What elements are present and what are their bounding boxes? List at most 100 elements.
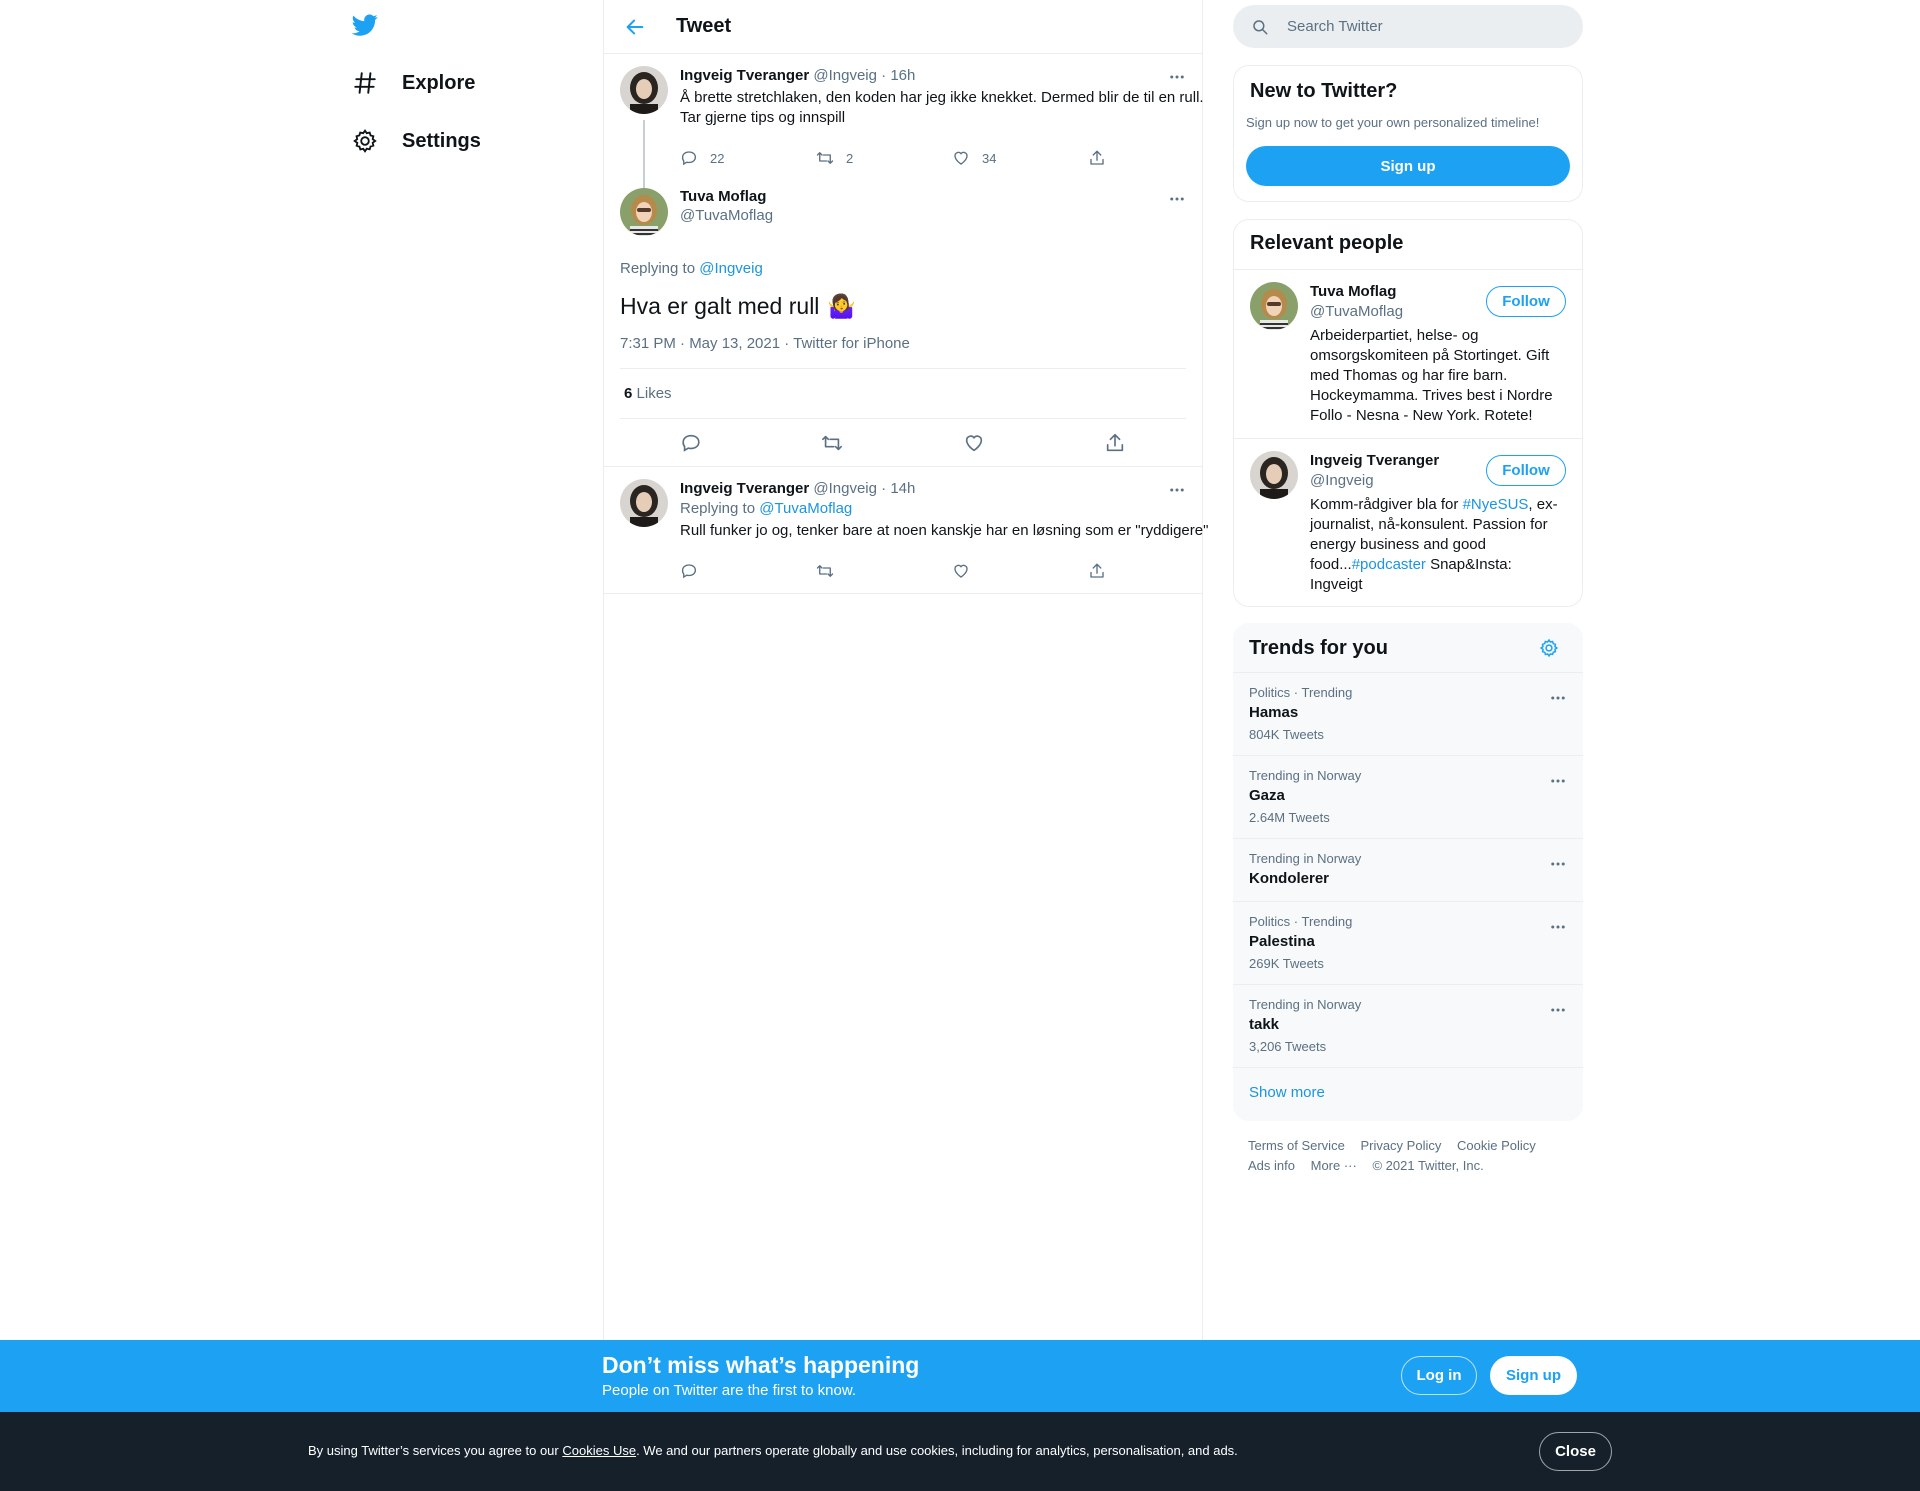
trend-item[interactable]: Trending in Norway Gaza 2.64M Tweets: [1233, 755, 1583, 838]
trend-context: Trending in Norway: [1249, 851, 1362, 866]
like-button[interactable]: [952, 562, 1088, 580]
reply-icon[interactable]: [680, 432, 702, 454]
trend-name: Kondolerer: [1249, 870, 1330, 887]
gear-icon: [353, 129, 377, 153]
retweet-button[interactable]: 2: [816, 149, 952, 167]
share-button[interactable]: [1088, 149, 1224, 167]
footer-links: Terms of Service Privacy Policy Cookie P…: [1248, 1136, 1548, 1176]
person-item[interactable]: Ingveig Tveranger @Ingveig Komm-rådgiver…: [1234, 438, 1582, 606]
reply-tweet[interactable]: Ingveig Tveranger @Ingveig · 14h Replyin…: [604, 467, 1208, 594]
retweet-icon[interactable]: [821, 432, 843, 454]
avatar[interactable]: [1250, 451, 1298, 499]
cookie-text-1: By using Twitter’s services you agree to…: [308, 1443, 563, 1458]
share-icon[interactable]: [1104, 432, 1126, 454]
new-to-twitter-card: New to Twitter? Sign up now to get your …: [1233, 65, 1583, 202]
tweet-time[interactable]: · 14h: [881, 480, 915, 497]
share-button[interactable]: [1088, 562, 1224, 580]
tweet-meta[interactable]: 7:31 PM · May 13, 2021 · Twitter for iPh…: [620, 335, 1186, 369]
show-more-link[interactable]: Show more: [1233, 1067, 1583, 1119]
likes-summary[interactable]: 6 Likes: [620, 369, 1186, 419]
author-handle[interactable]: @Ingveig: [813, 67, 877, 84]
reply-button[interactable]: 22: [680, 149, 816, 167]
more-options-icon[interactable]: [1168, 481, 1186, 499]
follow-button[interactable]: Follow: [1486, 455, 1566, 486]
author-handle[interactable]: @TuvaMoflag: [680, 207, 1186, 224]
heart-icon[interactable]: [963, 432, 985, 454]
retweet-icon: [816, 565, 834, 577]
gear-icon[interactable]: [1539, 638, 1559, 658]
sign-up-button[interactable]: Sign up: [1246, 146, 1570, 186]
cookie-policy-link[interactable]: Cookie Policy: [1457, 1138, 1536, 1153]
search-bar[interactable]: [1233, 5, 1583, 48]
avatar[interactable]: [620, 66, 668, 114]
retweet-button[interactable]: [816, 562, 952, 580]
likes-label: Likes: [636, 385, 672, 402]
trend-item[interactable]: Politics · Trending Palestina 269K Tweet…: [1233, 901, 1583, 984]
nav-explore[interactable]: Explore: [352, 61, 475, 105]
trend-item[interactable]: Trending in Norway takk 3,206 Tweets: [1233, 984, 1583, 1067]
more-options-icon[interactable]: [1549, 918, 1567, 936]
hashtag-link[interactable]: #podcaster: [1352, 556, 1426, 573]
log-in-button[interactable]: Log in: [1401, 1356, 1477, 1395]
more-options-icon[interactable]: [1549, 855, 1567, 873]
reply-icon: [681, 564, 697, 579]
trend-context: Politics · Trending: [1249, 685, 1353, 700]
avatar[interactable]: [1250, 282, 1298, 330]
trend-name: takk: [1249, 1016, 1280, 1033]
tweet-actions: [680, 553, 1224, 589]
more-options-icon[interactable]: [1168, 68, 1186, 86]
trend-item[interactable]: Politics · Trending Hamas 804K Tweets: [1233, 672, 1583, 755]
trend-item[interactable]: Trending in Norway Kondolerer: [1233, 838, 1583, 901]
author-name[interactable]: Ingveig Tveranger: [680, 480, 809, 497]
copyright: © 2021 Twitter, Inc.: [1372, 1158, 1484, 1173]
share-icon: [1090, 563, 1104, 578]
sign-up-button[interactable]: Sign up: [1490, 1356, 1577, 1395]
author-name[interactable]: Ingveig Tveranger: [680, 67, 809, 84]
main-column: Tweet Ingveig Tveranger @Ingveig · 16h Å: [603, 0, 1208, 1340]
terms-link[interactable]: Terms of Service: [1248, 1138, 1345, 1153]
hashtag-link[interactable]: #NyeSUS: [1463, 496, 1529, 513]
person-bio: Arbeiderpartiet, helse- og omsorgskomite…: [1310, 327, 1553, 424]
replying-to-link[interactable]: @Ingveig: [699, 260, 763, 277]
follow-button[interactable]: Follow: [1486, 286, 1566, 317]
more-options-icon[interactable]: [1549, 689, 1567, 707]
reply-button[interactable]: [680, 562, 816, 580]
more-options-icon[interactable]: [1549, 1001, 1567, 1019]
trend-name: Palestina: [1249, 933, 1315, 950]
search-input[interactable]: [1287, 18, 1547, 35]
likes-count: 6: [624, 385, 633, 402]
cookies-use-link[interactable]: Cookies Use: [562, 1443, 636, 1458]
more-link[interactable]: More ···: [1311, 1158, 1357, 1173]
nav-settings[interactable]: Settings: [352, 119, 481, 163]
replying-to: Replying to @TuvaMoflag: [680, 499, 1224, 519]
card-title: Trends for you: [1249, 637, 1388, 659]
parent-tweet[interactable]: Ingveig Tveranger @Ingveig · 16h Å brett…: [604, 54, 1204, 232]
like-button[interactable]: 34: [952, 149, 1088, 167]
more-options-icon[interactable]: [1168, 190, 1186, 208]
person-item[interactable]: Tuva Moflag @TuvaMoflag Arbeiderpartiet,…: [1234, 269, 1582, 438]
tweet-time[interactable]: · 16h: [881, 67, 915, 84]
retweet-icon: [816, 152, 834, 164]
ads-info-link[interactable]: Ads info: [1248, 1158, 1295, 1173]
close-button[interactable]: Close: [1539, 1432, 1612, 1471]
back-arrow-icon[interactable]: [624, 16, 646, 38]
replying-to-label: Replying to: [620, 260, 696, 277]
avatar[interactable]: [620, 188, 668, 236]
tweet-text: Hva er galt med rull 🤷‍♀️: [620, 291, 1186, 321]
privacy-link[interactable]: Privacy Policy: [1360, 1138, 1441, 1153]
trends-card: Trends for you Politics · Trending Hamas…: [1233, 623, 1583, 1121]
trend-name: Gaza: [1249, 787, 1285, 804]
replying-to-link[interactable]: @TuvaMoflag: [759, 500, 852, 517]
tweet-actions: [604, 419, 1202, 467]
trend-count: 269K Tweets: [1249, 956, 1324, 971]
avatar[interactable]: [620, 479, 668, 527]
focal-tweet: Tuva Moflag @TuvaMoflag Replying to @Ing…: [604, 176, 1202, 467]
cookie-banner: By using Twitter’s services you agree to…: [0, 1412, 1920, 1491]
more-options-icon[interactable]: [1549, 772, 1567, 790]
twitter-logo-icon[interactable]: [350, 12, 380, 38]
replying-to: Replying to @Ingveig: [620, 260, 1186, 277]
cookie-text: By using Twitter’s services you agree to…: [308, 1443, 1238, 1458]
author-name[interactable]: Tuva Moflag: [680, 188, 1186, 205]
author-handle[interactable]: @Ingveig: [813, 480, 877, 497]
tweet-text: Å brette stretchlaken, den koden har jeg…: [680, 89, 1204, 126]
